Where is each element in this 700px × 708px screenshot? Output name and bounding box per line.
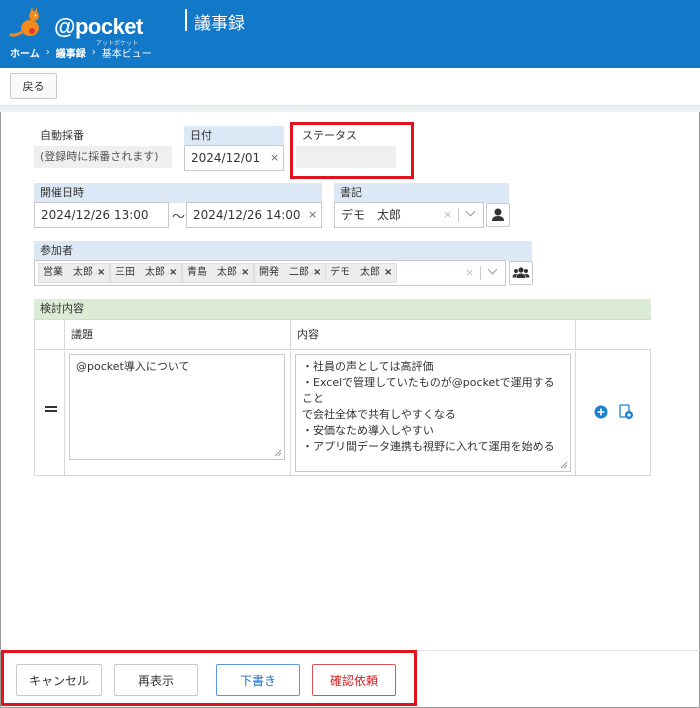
clerk-user-picker-button[interactable] [486,203,510,227]
participant-name: 営業 太郎 [43,267,93,278]
drag-handle-icon[interactable] [45,406,57,412]
participants-group-picker-button[interactable] [509,261,533,285]
title-divider [185,9,187,31]
datetime-end-input[interactable]: 2024/12/26 14:00 [186,202,322,228]
logo-text: @pocket [54,14,143,39]
table-row-handle-cell [35,351,65,476]
app-logo[interactable]: @pocket アットポケット [8,4,148,47]
topic-textarea[interactable]: @pocket導入について [69,354,285,460]
auto-number-value: (登録時に採番されます) [34,146,172,168]
date-clear-icon[interactable]: × [270,146,279,170]
datetime-start-value: 2024/12/26 13:00 [41,208,149,222]
auto-number-label: 自動採番 [40,129,84,142]
participant-name: 青島 太郎 [187,267,237,278]
tag-remove-icon[interactable]: × [241,267,249,278]
discussion-table: 議題 内容 @pocket導入について ・社員の声としては高評価 ・Excelで… [34,319,651,476]
breadcrumb: ホーム › 議事録 › 基本ビュー [10,45,152,60]
participant-tag: 三田 太郎 × [110,263,183,283]
participants-label: 参加者 [34,241,532,261]
table-header-topic: 議題 [65,320,291,350]
breadcrumb-separator-icon: › [91,47,96,58]
clerk-select[interactable]: デモ 太郎 [334,202,484,228]
participant-name: 開発 二郎 [259,267,309,278]
footer-highlight-box [1,650,417,706]
tag-remove-icon[interactable]: × [313,267,321,278]
participant-name: 三田 太郎 [115,267,165,278]
datetime-end-value: 2024/12/26 14:00 [193,208,301,222]
content-line: ・社員の声としては高評価 [302,360,434,373]
app-header: @pocket アットポケット 議事録 ホーム › 議事録 › 基本ビュー [0,0,700,68]
content-line: ・アプリ間データ連携も視野に入れて運用を始める [302,440,555,453]
back-button[interactable]: 戻る [10,73,57,99]
breadcrumb-separator-icon: › [45,47,50,58]
page-title: 議事録 [194,14,245,34]
participants-clear-icon[interactable]: × [465,261,474,285]
tag-remove-icon[interactable]: × [97,267,105,278]
add-row-icon[interactable] [594,405,608,419]
discussion-label: 検討内容 [34,299,651,319]
content-textarea[interactable]: ・社員の声としては高評価 ・Excelで管理していたものが@pocketで運用す… [295,354,571,472]
topic-text: @pocket導入について [76,360,190,373]
toolbar: 戻る [0,68,700,106]
table-header-handle [35,320,65,350]
copy-row-icon[interactable] [618,404,634,420]
content-line: で会社全体で共有しやすくなる [302,408,456,421]
participant-tag: デモ 太郎 × [325,263,398,283]
table-row-actions-cell [576,351,651,476]
participant-name: デモ 太郎 [330,267,380,278]
datetime-end-clear-icon[interactable]: × [308,203,317,227]
user-icon [492,208,504,221]
kangaroo-logo-icon [9,7,39,37]
table-row-content-cell: ・社員の声としては高評価 ・Excelで管理していたものが@pocketで運用す… [291,351,576,476]
resize-grip-icon[interactable] [274,449,282,457]
date-label: 日付 [184,126,284,146]
content-line: ・Excelで管理していたものが@pocketで運用すること [302,376,555,405]
tag-remove-icon[interactable]: × [384,267,392,278]
participants-divider [480,266,481,280]
participant-tag: 営業 太郎 × [38,263,111,283]
datetime-label: 開催日時 [34,183,322,203]
participant-tag: 開発 二郎 × [254,263,327,283]
date-value: 2024/12/01 [191,151,261,165]
resize-grip-icon[interactable] [560,461,568,469]
status-highlight-box [290,122,414,179]
participant-tag: 青島 太郎 × [182,263,255,283]
datetime-start-input[interactable]: 2024/12/26 13:00 [34,202,169,228]
breadcrumb-minutes[interactable]: 議事録 [56,45,86,60]
tag-remove-icon[interactable]: × [169,267,177,278]
content-line: ・安価なため導入しやすい [302,424,434,437]
clerk-divider [458,208,459,222]
clerk-clear-icon[interactable]: × [443,203,452,227]
date-input[interactable]: 2024/12/01 [184,145,284,171]
table-row-topic-cell: @pocket導入について [65,351,291,476]
breadcrumb-current-view: 基本ビュー [101,49,152,60]
toolbar-divider-strip [0,106,700,112]
datetime-separator: 〜 [172,210,186,225]
clerk-value: デモ 太郎 [341,208,402,222]
clerk-label: 書記 [334,183,509,203]
users-group-icon [512,267,530,278]
table-header-content: 内容 [291,320,576,350]
breadcrumb-home[interactable]: ホーム [10,45,40,60]
table-header-actions [576,320,651,350]
